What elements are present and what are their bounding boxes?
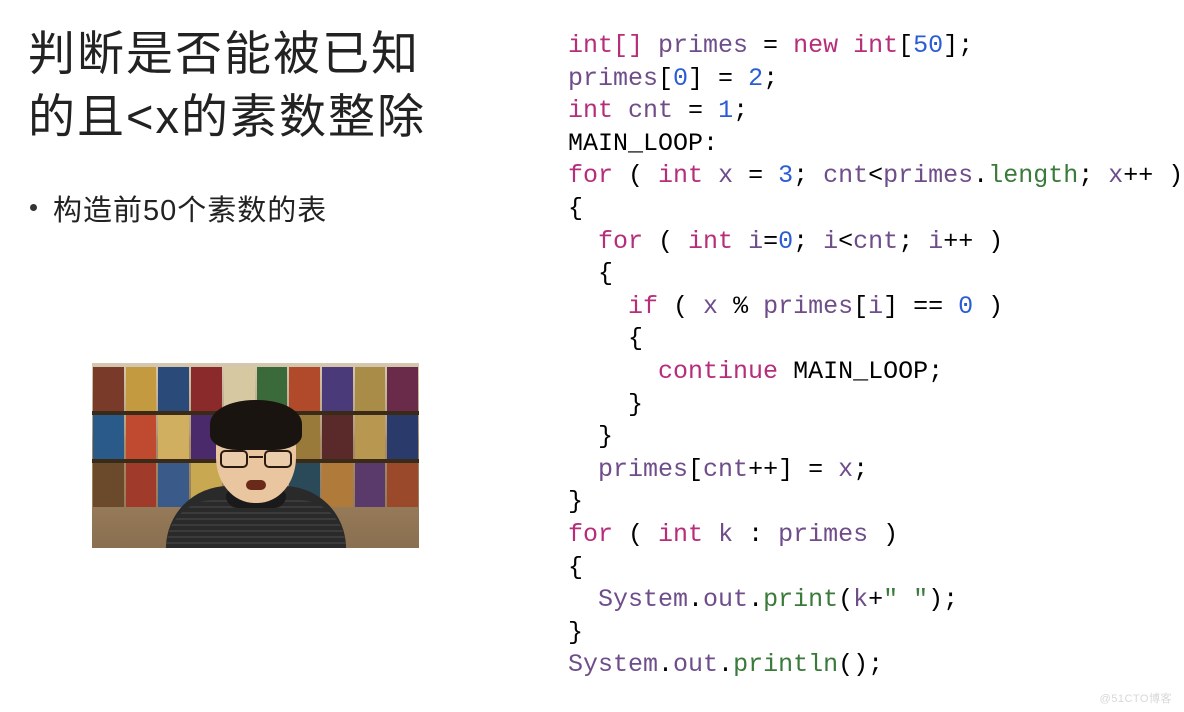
presenter-figure [186,398,326,548]
presenter-photo [92,363,419,548]
bullet-dot-icon [30,204,37,211]
title-line-1: 判断是否能被已知 [28,27,420,80]
bullet-row: 构造前50个素数的表 [28,187,548,229]
bullet-text: 构造前50个素数的表 [53,187,327,229]
code-block: int[] primes = new int[50]; primes[0] = … [568,30,1178,682]
slide-title: 判断是否能被已知的且<x的素数整除 [28,22,548,149]
left-panel: 判断是否能被已知的且<x的素数整除 构造前50个素数的表 [28,22,548,229]
watermark: @51CTO博客 [1100,690,1172,706]
title-line-2: 的且<x的素数整除 [28,90,426,143]
